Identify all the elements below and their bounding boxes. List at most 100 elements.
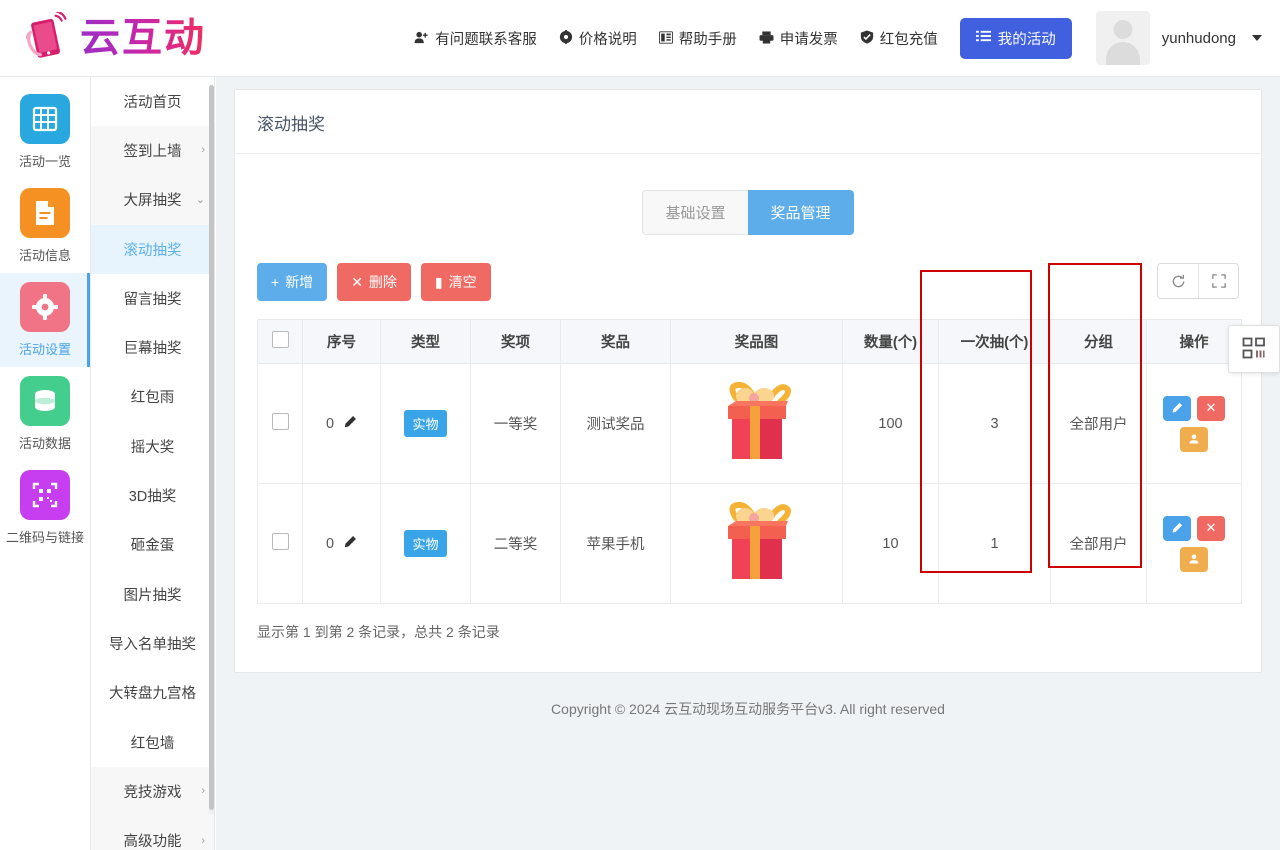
row-prize-image-cell [670,483,843,604]
row-select-cell[interactable] [257,363,303,484]
qrcode-icon [20,470,70,520]
submenu-item-12[interactable]: 大转盘九宫格 [91,669,214,718]
chevron-right-icon: › [201,834,205,847]
top-header: 云互动 有问题联系客服 价格说明 帮助手册 申请发票 红包充值 我的活动 yun… [0,0,1280,77]
sidebar-scrollbar-thumb[interactable] [209,85,214,810]
index-value: 0 [325,535,335,552]
user-menu[interactable]: yunhudong [1082,11,1280,65]
row-user-button[interactable] [1180,426,1208,452]
row-type-cell: 实物 [380,363,471,484]
nav-contact-support[interactable]: 有问题联系客服 [414,28,537,49]
pencil-icon[interactable] [343,535,357,552]
submenu-item-13[interactable]: 红包墙 [91,718,214,767]
list-icon [975,30,991,46]
submenu-label: 3D抽奖 [128,489,177,506]
tab-label: 基础设置 [665,205,726,222]
row-quantity-cell: 100 [842,363,939,484]
delete-button[interactable]: ✕ 删除 [337,263,411,301]
add-label: 新增 [285,274,314,290]
edit-row-button[interactable] [1163,515,1191,541]
qrcode-widget-icon [1242,337,1265,359]
sidebar-item-activity-settings[interactable]: 活动设置 [0,273,90,367]
submenu-label: 活动首页 [123,94,182,111]
chevron-down-icon [1252,35,1262,41]
brand-logo[interactable]: 云互动 [0,0,230,77]
row-user-button[interactable] [1180,546,1208,572]
delete-row-button[interactable]: ✕ [1197,515,1225,541]
add-button[interactable]: + 新增 [257,263,328,301]
sidebar-label: 二维码与链接 [5,530,84,545]
sidebar-item-activity-data[interactable]: 活动数据 [0,367,90,461]
submenu-item-scrolling-lottery[interactable]: 滚动抽奖 [91,224,214,275]
sidebar-item-activity-info[interactable]: 活动信息 [0,179,90,273]
submenu-item-0[interactable]: 活动首页 [91,77,214,126]
submenu-label: 图片抽奖 [123,587,182,604]
submenu-item-7[interactable]: 摇大奖 [91,422,214,471]
submenu-item-8[interactable]: 3D抽奖 [91,471,214,520]
submenu-label: 砸金蛋 [130,538,175,555]
row-index-cell: 0 [302,483,381,604]
tab-label: 奖品管理 [770,205,831,222]
nav-label: 有问题联系客服 [435,31,537,48]
submenu-item-9[interactable]: 砸金蛋 [91,521,214,570]
submenu-label: 滚动抽奖 [123,242,182,259]
close-icon: ✕ [351,273,363,290]
submenu-item-1[interactable]: 签到上墙 › [91,126,214,176]
row-prize-cell: 测试奖品 [560,363,671,484]
nav-label: 红包充值 [879,31,938,48]
row-award-cell: 二等奖 [470,483,561,604]
nav-label: 帮助手册 [678,31,737,48]
col-prize: 奖品 [560,319,671,364]
sidebar-scrollbar[interactable] [209,85,214,815]
nav-pricing[interactable]: 价格说明 [559,28,637,49]
pencil-icon[interactable] [343,415,357,432]
nav-invoice[interactable]: 申请发票 [759,28,838,49]
chevron-down-icon: ⌄ [195,194,205,207]
submenu-item-10[interactable]: 图片抽奖 [91,570,214,619]
row-select-cell[interactable] [257,483,303,604]
edit-row-button[interactable] [1163,395,1191,421]
row-operations-cell: ✕ [1146,483,1242,604]
select-all-header[interactable] [257,319,303,364]
row-checkbox[interactable] [271,413,289,430]
col-index: 序号 [302,319,381,364]
submenu-item-2[interactable]: 大屏抽奖 ⌄ [91,175,214,225]
submenu-label: 高级功能 [123,834,182,850]
sidebar-label: 活动设置 [18,342,71,357]
page-title: 滚动抽奖 [235,90,1261,154]
refresh-icon[interactable] [1158,264,1198,298]
sidebar-label: 活动数据 [18,436,71,451]
sidebar-item-activity-list[interactable]: 活动一览 [0,85,90,179]
fullscreen-icon[interactable] [1198,264,1238,298]
tab-basic-settings[interactable]: 基础设置 [642,190,748,235]
submenu-item-14[interactable]: 竞技游戏 › [91,767,214,817]
submenu-label: 导入名单抽奖 [109,636,196,653]
gift-box-image [675,501,838,586]
select-all-checkbox[interactable] [271,331,289,348]
primary-sidebar: 活动一览 活动信息 活动设置 活动数据 二维码与链接 [0,77,91,850]
submenu-item-11[interactable]: 导入名单抽奖 [91,619,214,668]
col-group: 分组 [1050,319,1147,364]
nav-redpacket-recharge[interactable]: 红包充值 [860,28,938,49]
delete-row-button[interactable]: ✕ [1197,395,1225,421]
main-content: 滚动抽奖 基础设置 奖品管理 + 新增 ✕ 删除 ▮ 清空 序号 类型 奖项 奖… [216,77,1280,850]
book-icon [658,30,673,46]
row-quantity-cell: 10 [842,483,939,604]
submenu-item-4[interactable]: 留言抽奖 [91,274,214,323]
nav-help-manual[interactable]: 帮助手册 [658,28,737,49]
row-checkbox[interactable] [271,533,289,550]
gear-icon [559,30,573,46]
sidebar-item-qrcode-link[interactable]: 二维码与链接 [0,461,90,555]
col-type: 类型 [380,319,471,364]
submenu-label: 签到上墙 [123,143,182,160]
contact-support-icon [414,31,429,46]
tab-prize-management[interactable]: 奖品管理 [747,190,854,235]
submenu-item-15[interactable]: 高级功能 › [91,816,214,850]
type-badge: 实物 [404,530,447,557]
submenu-item-6[interactable]: 红包雨 [91,373,214,422]
submenu-item-5[interactable]: 巨幕抽奖 [91,323,214,372]
row-per-draw-cell: 1 [938,483,1051,604]
clear-all-button[interactable]: ▮ 清空 [420,263,491,301]
my-activity-button[interactable]: 我的活动 [959,17,1072,59]
floating-qrcode-widget[interactable] [1228,325,1280,373]
